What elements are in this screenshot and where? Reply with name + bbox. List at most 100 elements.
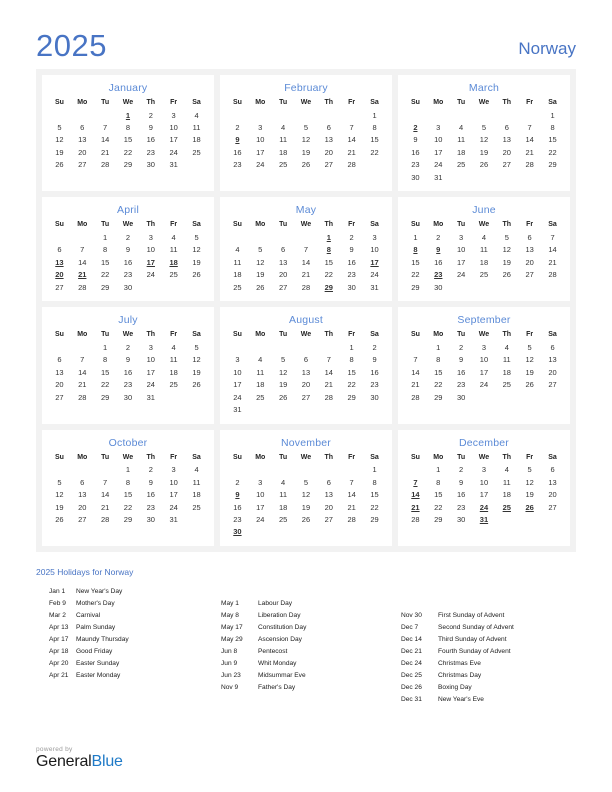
day-cell[interactable]: 26 [48,513,71,525]
day-cell[interactable]: 31 [139,391,162,403]
day-cell-holiday[interactable]: 2 [404,121,427,133]
day-cell[interactable]: 4 [495,464,518,476]
day-cell[interactable]: 13 [71,488,94,500]
day-cell[interactable]: 22 [363,501,386,513]
day-cell[interactable]: 12 [48,488,71,500]
day-cell-holiday[interactable]: 23 [427,269,450,281]
day-cell[interactable]: 27 [71,513,94,525]
day-cell[interactable]: 12 [185,354,208,366]
day-cell[interactable]: 29 [340,391,363,403]
day-cell[interactable]: 14 [71,256,94,268]
day-cell[interactable]: 3 [249,476,272,488]
day-cell-holiday[interactable]: 14 [404,488,427,500]
day-cell[interactable]: 6 [71,476,94,488]
day-cell[interactable]: 2 [117,341,140,353]
day-cell[interactable]: 4 [185,109,208,121]
day-cell[interactable]: 20 [317,146,340,158]
day-cell-holiday[interactable]: 21 [404,501,427,513]
day-cell[interactable]: 8 [340,354,363,366]
day-cell[interactable]: 4 [272,476,295,488]
day-cell[interactable]: 5 [249,244,272,256]
day-cell[interactable]: 23 [340,269,363,281]
day-cell[interactable]: 4 [162,231,185,243]
day-cell[interactable]: 22 [427,378,450,390]
day-cell[interactable]: 21 [340,146,363,158]
day-cell[interactable]: 7 [94,476,117,488]
day-cell[interactable]: 6 [518,231,541,243]
day-cell[interactable]: 11 [162,354,185,366]
day-cell[interactable]: 6 [317,476,340,488]
day-cell[interactable]: 29 [404,281,427,293]
day-cell[interactable]: 20 [541,488,564,500]
day-cell[interactable]: 12 [473,134,496,146]
day-cell[interactable]: 22 [541,146,564,158]
day-cell[interactable]: 10 [473,476,496,488]
day-cell[interactable]: 31 [162,513,185,525]
day-cell[interactable]: 6 [295,354,318,366]
day-cell[interactable]: 12 [249,256,272,268]
day-cell[interactable]: 9 [450,354,473,366]
day-cell-holiday[interactable]: 20 [48,269,71,281]
day-cell[interactable]: 23 [404,159,427,171]
day-cell[interactable]: 20 [71,501,94,513]
day-cell-holiday[interactable]: 25 [495,501,518,513]
day-cell[interactable]: 27 [317,159,340,171]
day-cell[interactable]: 1 [404,231,427,243]
day-cell[interactable]: 30 [117,281,140,293]
day-cell[interactable]: 17 [162,488,185,500]
day-cell[interactable]: 11 [249,366,272,378]
day-cell[interactable]: 25 [185,146,208,158]
day-cell[interactable]: 24 [450,269,473,281]
day-cell[interactable]: 28 [404,513,427,525]
day-cell[interactable]: 25 [226,281,249,293]
day-cell[interactable]: 27 [272,281,295,293]
day-cell[interactable]: 25 [162,378,185,390]
day-cell[interactable]: 28 [295,281,318,293]
day-cell[interactable]: 25 [162,269,185,281]
day-cell[interactable]: 8 [117,121,140,133]
day-cell[interactable]: 17 [249,146,272,158]
day-cell[interactable]: 13 [495,134,518,146]
day-cell[interactable]: 5 [518,341,541,353]
day-cell[interactable]: 18 [495,488,518,500]
day-cell[interactable]: 29 [541,159,564,171]
day-cell[interactable]: 19 [495,256,518,268]
day-cell[interactable]: 28 [317,391,340,403]
day-cell-holiday[interactable]: 9 [226,134,249,146]
day-cell[interactable]: 24 [139,269,162,281]
day-cell[interactable]: 14 [340,488,363,500]
day-cell[interactable]: 14 [541,244,564,256]
day-cell[interactable]: 1 [541,109,564,121]
day-cell[interactable]: 3 [139,231,162,243]
day-cell[interactable]: 6 [541,464,564,476]
day-cell[interactable]: 4 [473,231,496,243]
day-cell[interactable]: 1 [117,464,140,476]
day-cell[interactable]: 18 [226,269,249,281]
day-cell[interactable]: 24 [249,159,272,171]
day-cell[interactable]: 14 [94,488,117,500]
day-cell[interactable]: 28 [340,513,363,525]
day-cell[interactable]: 26 [295,513,318,525]
day-cell[interactable]: 8 [94,244,117,256]
day-cell[interactable]: 15 [427,488,450,500]
day-cell[interactable]: 18 [272,501,295,513]
day-cell[interactable]: 9 [363,354,386,366]
day-cell[interactable]: 13 [272,256,295,268]
day-cell[interactable]: 13 [295,366,318,378]
day-cell[interactable]: 13 [541,476,564,488]
day-cell[interactable]: 18 [185,488,208,500]
day-cell[interactable]: 18 [473,256,496,268]
day-cell[interactable]: 5 [272,354,295,366]
day-cell-holiday[interactable]: 18 [162,256,185,268]
day-cell[interactable]: 16 [404,146,427,158]
day-cell[interactable]: 23 [363,378,386,390]
day-cell[interactable]: 25 [495,378,518,390]
day-cell[interactable]: 22 [94,378,117,390]
day-cell[interactable]: 1 [363,464,386,476]
day-cell[interactable]: 17 [139,366,162,378]
day-cell-holiday[interactable]: 1 [317,231,340,243]
day-cell[interactable]: 5 [185,231,208,243]
day-cell[interactable]: 5 [48,121,71,133]
day-cell[interactable]: 18 [272,146,295,158]
day-cell[interactable]: 22 [317,269,340,281]
